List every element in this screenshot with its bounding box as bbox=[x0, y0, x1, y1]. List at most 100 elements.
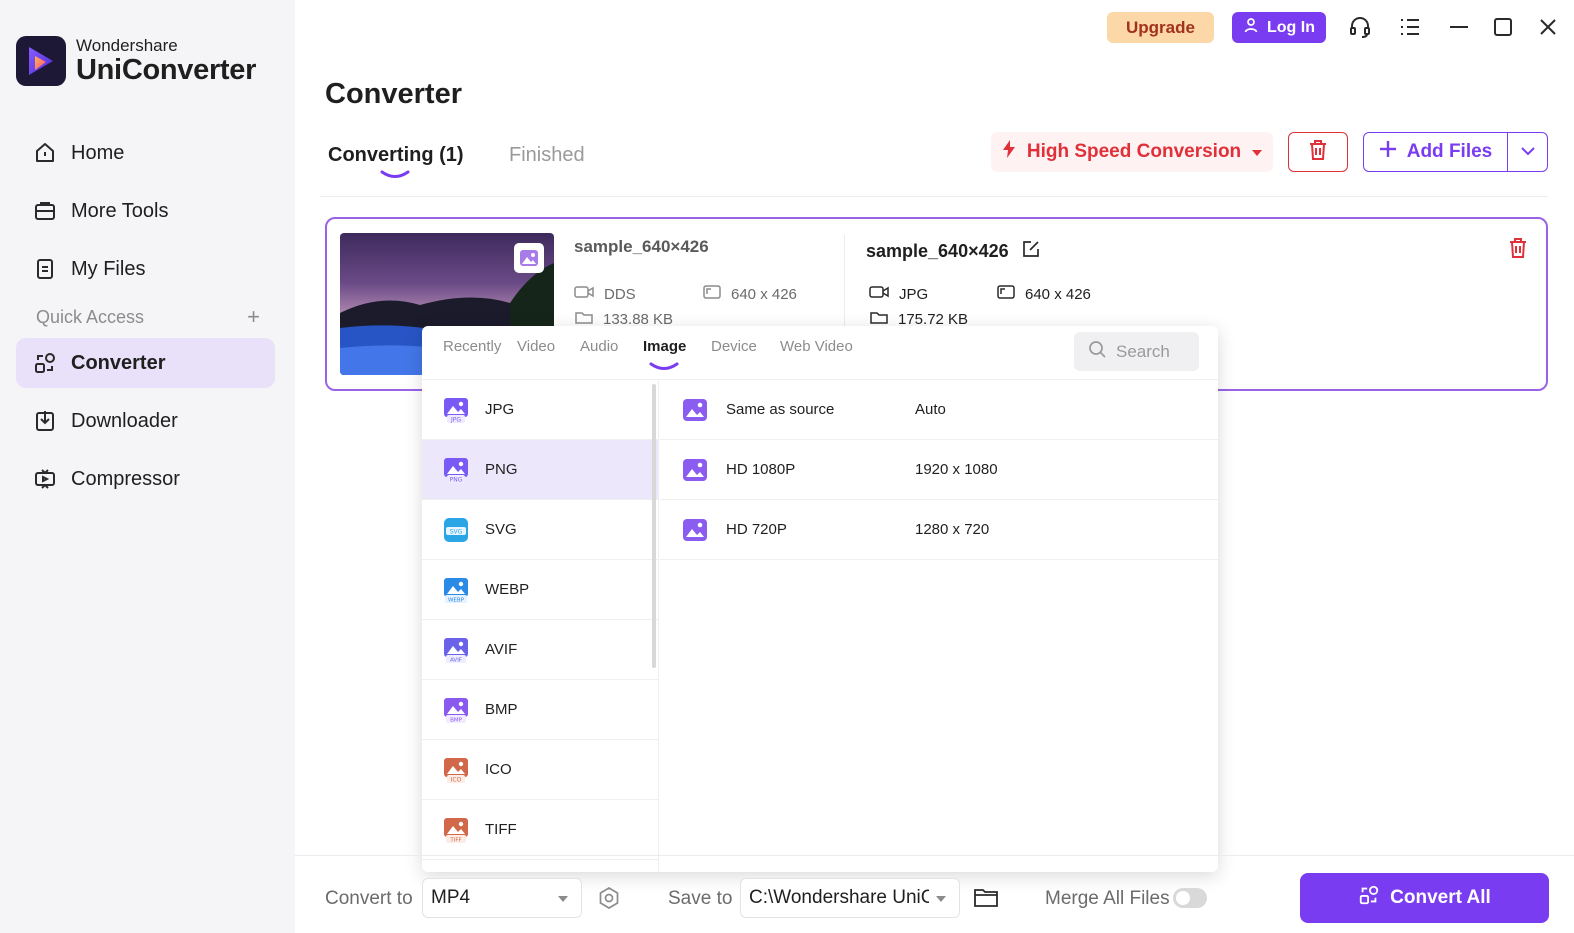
format-tab-active-indicator bbox=[649, 358, 679, 370]
add-quick-access-icon[interactable]: + bbox=[247, 306, 260, 328]
preset-name: Same as source bbox=[726, 401, 835, 418]
tab-finished[interactable]: Finished bbox=[509, 144, 585, 167]
sidebar-item-converter[interactable]: Converter bbox=[16, 338, 275, 388]
minimize-icon[interactable] bbox=[1446, 14, 1472, 40]
format-label: AVIF bbox=[485, 641, 518, 658]
sidebar-item-more-tools[interactable]: More Tools bbox=[16, 186, 275, 236]
svg-text:JPG: JPG bbox=[450, 416, 461, 423]
delete-all-button[interactable] bbox=[1288, 132, 1348, 172]
sidebar-item-home[interactable]: Home bbox=[16, 128, 275, 178]
image-type-icon bbox=[514, 243, 544, 273]
format-tab-audio[interactable]: Audio bbox=[580, 338, 618, 355]
format-item-svg[interactable]: SVG SVG bbox=[422, 500, 658, 560]
format-label: WEBP bbox=[485, 581, 530, 598]
output-settings-gear-icon[interactable] bbox=[597, 886, 621, 915]
upgrade-button[interactable]: Upgrade bbox=[1107, 12, 1214, 43]
target-resolution-value: 640 x 426 bbox=[1025, 285, 1091, 303]
source-size-value: 133.88 KB bbox=[603, 310, 674, 328]
format-tab-image[interactable]: Image bbox=[643, 338, 686, 355]
remove-file-trash-icon[interactable] bbox=[1508, 237, 1528, 264]
sidebar-item-compressor[interactable]: Compressor bbox=[16, 454, 275, 504]
target-file-name: sample_640×426 bbox=[866, 241, 1009, 261]
open-folder-icon[interactable] bbox=[973, 886, 999, 913]
format-tab-recently[interactable]: Recently bbox=[443, 338, 501, 355]
sidebar: Wondershare UniConverter Home More Tools… bbox=[0, 0, 295, 933]
source-format: DDS bbox=[574, 285, 636, 303]
close-icon[interactable] bbox=[1535, 14, 1561, 40]
sidebar-item-my-files[interactable]: My Files bbox=[16, 244, 275, 294]
format-item-tiff[interactable]: TIFF TIFF bbox=[422, 800, 658, 860]
svg-text:AVIF: AVIF bbox=[450, 657, 462, 663]
sidebar-item-label: Compressor bbox=[71, 467, 180, 490]
save-to-select[interactable]: C:\Wondershare UniCo bbox=[740, 878, 960, 918]
convert-to-select[interactable]: MP4 bbox=[422, 878, 582, 918]
quick-access-label: Quick Access bbox=[36, 306, 145, 327]
lightning-icon bbox=[1001, 139, 1017, 165]
edit-name-icon[interactable] bbox=[1021, 239, 1041, 264]
format-label: JPG bbox=[485, 401, 515, 418]
tiff-format-icon: TIFF bbox=[442, 816, 470, 844]
merge-all-files-label: Merge All Files bbox=[1045, 888, 1170, 909]
trash-icon bbox=[1308, 139, 1328, 166]
format-label: ICO bbox=[485, 761, 512, 778]
compressor-icon bbox=[32, 466, 58, 492]
preset-value: Auto bbox=[915, 401, 946, 418]
sidebar-item-label: More Tools bbox=[71, 199, 169, 222]
format-item-bmp[interactable]: BMP BMP bbox=[422, 680, 658, 740]
svg-text:PNG: PNG bbox=[450, 476, 463, 483]
uniconverter-logo-icon bbox=[16, 36, 66, 86]
format-item-jpg[interactable]: JPG JPG bbox=[422, 380, 658, 440]
support-headset-icon[interactable] bbox=[1347, 14, 1373, 40]
user-icon bbox=[1243, 17, 1259, 38]
converter-icon bbox=[32, 350, 58, 376]
image-preset-icon bbox=[682, 397, 708, 423]
format-item-ico[interactable]: ICO ICO bbox=[422, 740, 658, 800]
file-icon bbox=[32, 256, 58, 282]
high-speed-conversion-button[interactable]: High Speed Conversion bbox=[991, 132, 1273, 172]
tab-converting[interactable]: Converting (1) bbox=[328, 144, 464, 167]
format-tab-device[interactable]: Device bbox=[711, 338, 757, 355]
format-item-webp[interactable]: WEBP WEBP bbox=[422, 560, 658, 620]
format-label: TIFF bbox=[485, 821, 517, 838]
page-title: Converter bbox=[325, 78, 462, 110]
png-format-icon: PNG bbox=[442, 456, 470, 484]
menu-list-icon[interactable] bbox=[1397, 14, 1423, 40]
convert-all-button[interactable]: Convert All bbox=[1300, 873, 1549, 923]
format-list: JPG JPG PNG PNG SVG SVG WEBP WEBP AVIF A… bbox=[422, 380, 659, 872]
format-item-avif[interactable]: AVIF AVIF bbox=[422, 620, 658, 680]
format-tab-web-video[interactable]: Web Video bbox=[780, 338, 853, 355]
svg-text:TIFF: TIFF bbox=[449, 837, 461, 843]
format-tab-video[interactable]: Video bbox=[517, 338, 555, 355]
format-label: BMP bbox=[485, 701, 518, 718]
sidebar-item-label: Home bbox=[71, 141, 125, 164]
preset-item-same-as-source[interactable]: Same as source Auto bbox=[660, 380, 1218, 440]
target-format: JPG bbox=[869, 285, 928, 303]
resolution-icon bbox=[703, 285, 721, 303]
caret-down-icon bbox=[935, 887, 947, 909]
merge-all-files-toggle[interactable] bbox=[1173, 888, 1207, 908]
ico-format-icon: ICO bbox=[442, 756, 470, 784]
format-search-input[interactable]: Search bbox=[1074, 332, 1199, 371]
preset-item-hd-1080p[interactable]: HD 1080P 1920 x 1080 bbox=[660, 440, 1218, 500]
header-divider bbox=[320, 196, 1548, 197]
add-files-dropdown[interactable] bbox=[1508, 143, 1547, 161]
resolution-icon bbox=[997, 285, 1015, 303]
preset-item-hd-720p[interactable]: HD 720P 1280 x 720 bbox=[660, 500, 1218, 560]
format-item-png[interactable]: PNG PNG bbox=[422, 440, 658, 500]
convert-all-label: Convert All bbox=[1390, 887, 1491, 908]
svg-format-icon: SVG bbox=[442, 516, 470, 544]
maximize-icon[interactable] bbox=[1490, 14, 1516, 40]
target-format-value: JPG bbox=[899, 285, 929, 303]
brand-uniconverter: UniConverter bbox=[76, 54, 257, 86]
sidebar-item-label: Downloader bbox=[71, 409, 178, 432]
search-icon bbox=[1088, 340, 1106, 363]
sidebar-item-label: Converter bbox=[71, 351, 166, 374]
output-format-popup: Recently Video Audio Image Device Web Vi… bbox=[422, 326, 1218, 872]
home-icon bbox=[32, 140, 58, 166]
login-button[interactable]: Log In bbox=[1232, 12, 1326, 43]
save-to-label: Save to bbox=[668, 888, 733, 909]
add-files-button[interactable]: Add Files bbox=[1364, 133, 1508, 171]
format-list-scrollbar[interactable] bbox=[652, 384, 656, 668]
preset-value: 1920 x 1080 bbox=[915, 461, 998, 478]
sidebar-item-downloader[interactable]: Downloader bbox=[16, 396, 275, 446]
